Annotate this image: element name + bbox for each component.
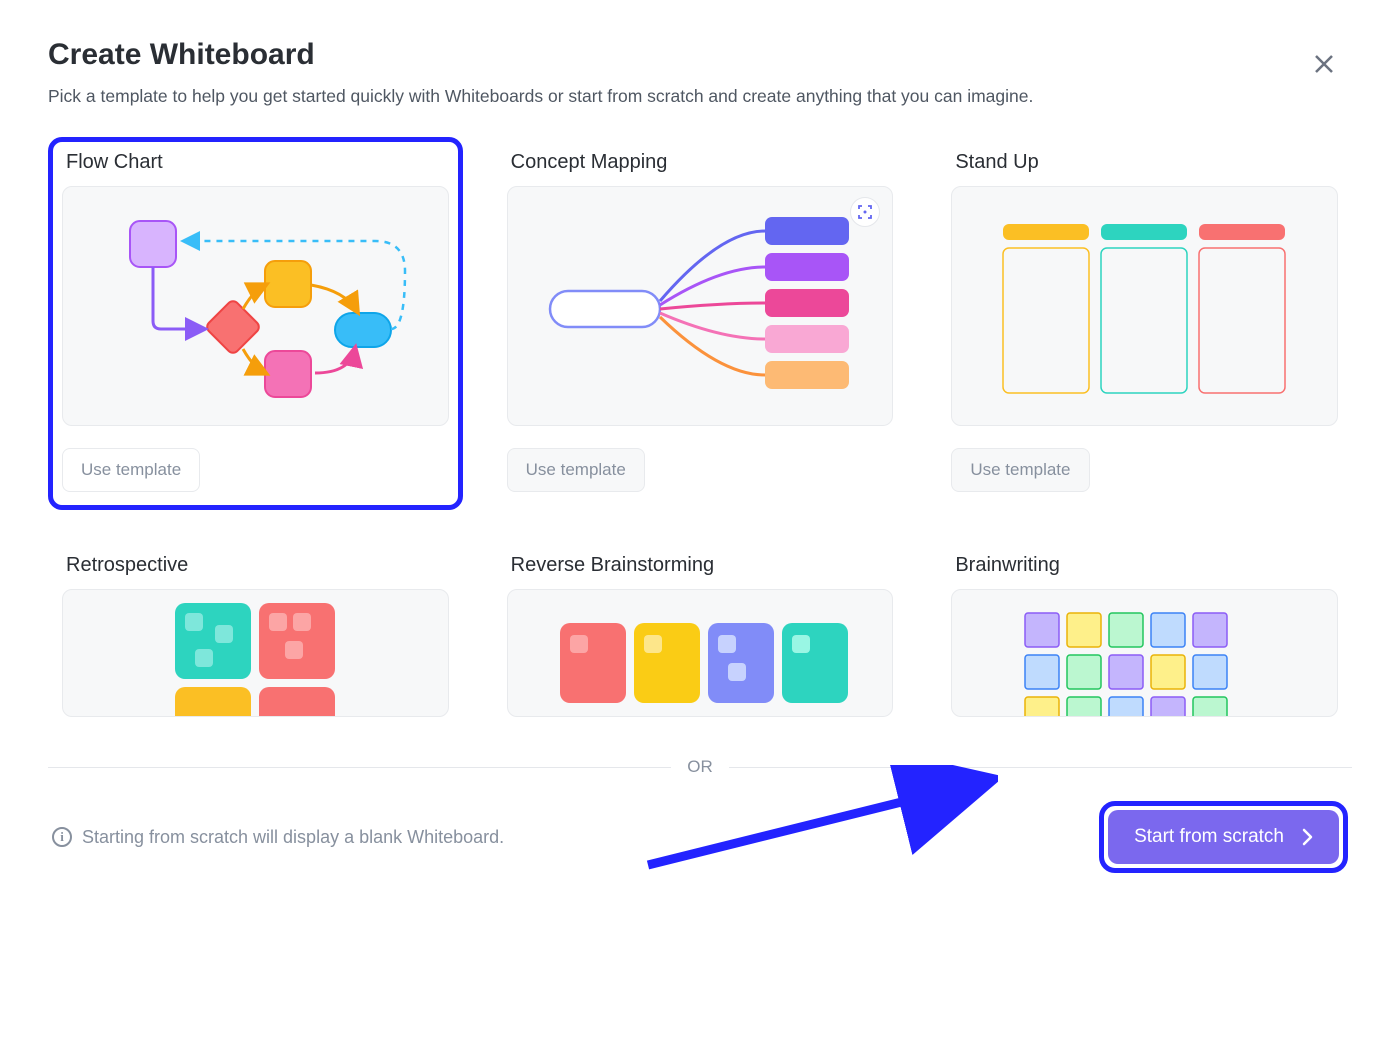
template-card-concept-mapping[interactable]: Concept Mapping [493,137,908,510]
close-icon [1313,53,1335,75]
brainwriting-icon [995,593,1295,717]
footer-hint-text: Starting from scratch will display a bla… [82,827,504,848]
modal-footer: i Starting from scratch will display a b… [48,801,1352,873]
template-card-stand-up[interactable]: Stand Up Use template [937,137,1352,510]
retrospective-icon [115,593,395,717]
flow-chart-icon [95,201,415,411]
stand-up-icon [985,206,1305,406]
template-title: Stand Up [951,151,1338,174]
create-whiteboard-modal: Create Whiteboard Pick a template to hel… [0,0,1400,873]
use-template-button[interactable]: Use template [62,448,200,492]
template-card-brainwriting[interactable]: Brainwriting [937,540,1352,727]
template-preview [62,186,449,426]
divider-label: OR [687,757,713,777]
close-button[interactable] [1310,50,1338,78]
template-title: Retrospective [62,554,449,577]
template-preview [951,186,1338,426]
template-title: Brainwriting [951,554,1338,577]
chevron-right-icon [1302,828,1313,846]
template-preview [507,589,894,717]
template-card-flow-chart[interactable]: Flow Chart [48,137,463,510]
use-template-button[interactable]: Use template [507,448,645,492]
template-card-retrospective[interactable]: Retrospective [48,540,463,727]
start-from-scratch-label: Start from scratch [1134,826,1284,848]
template-title: Concept Mapping [507,151,894,174]
modal-title: Create Whiteboard [48,38,1352,72]
start-from-scratch-button[interactable]: Start from scratch [1108,810,1339,864]
template-title: Reverse Brainstorming [507,554,894,577]
template-title: Flow Chart [62,151,449,174]
annotation-arrow-icon [638,765,998,875]
focus-icon[interactable] [850,197,880,227]
modal-subtitle: Pick a template to help you get started … [48,86,1352,107]
divider: OR [48,757,1352,777]
template-preview [507,186,894,426]
template-preview [951,589,1338,717]
template-grid: Flow Chart [48,137,1352,727]
template-preview [62,589,449,717]
concept-mapping-icon [530,201,870,411]
template-card-reverse-brainstorming[interactable]: Reverse Brainstorming [493,540,908,727]
info-icon: i [52,827,72,847]
start-from-scratch-highlight: Start from scratch [1099,801,1348,873]
reverse-brainstorming-icon [540,593,860,717]
use-template-button[interactable]: Use template [951,448,1089,492]
footer-hint: i Starting from scratch will display a b… [52,827,504,848]
